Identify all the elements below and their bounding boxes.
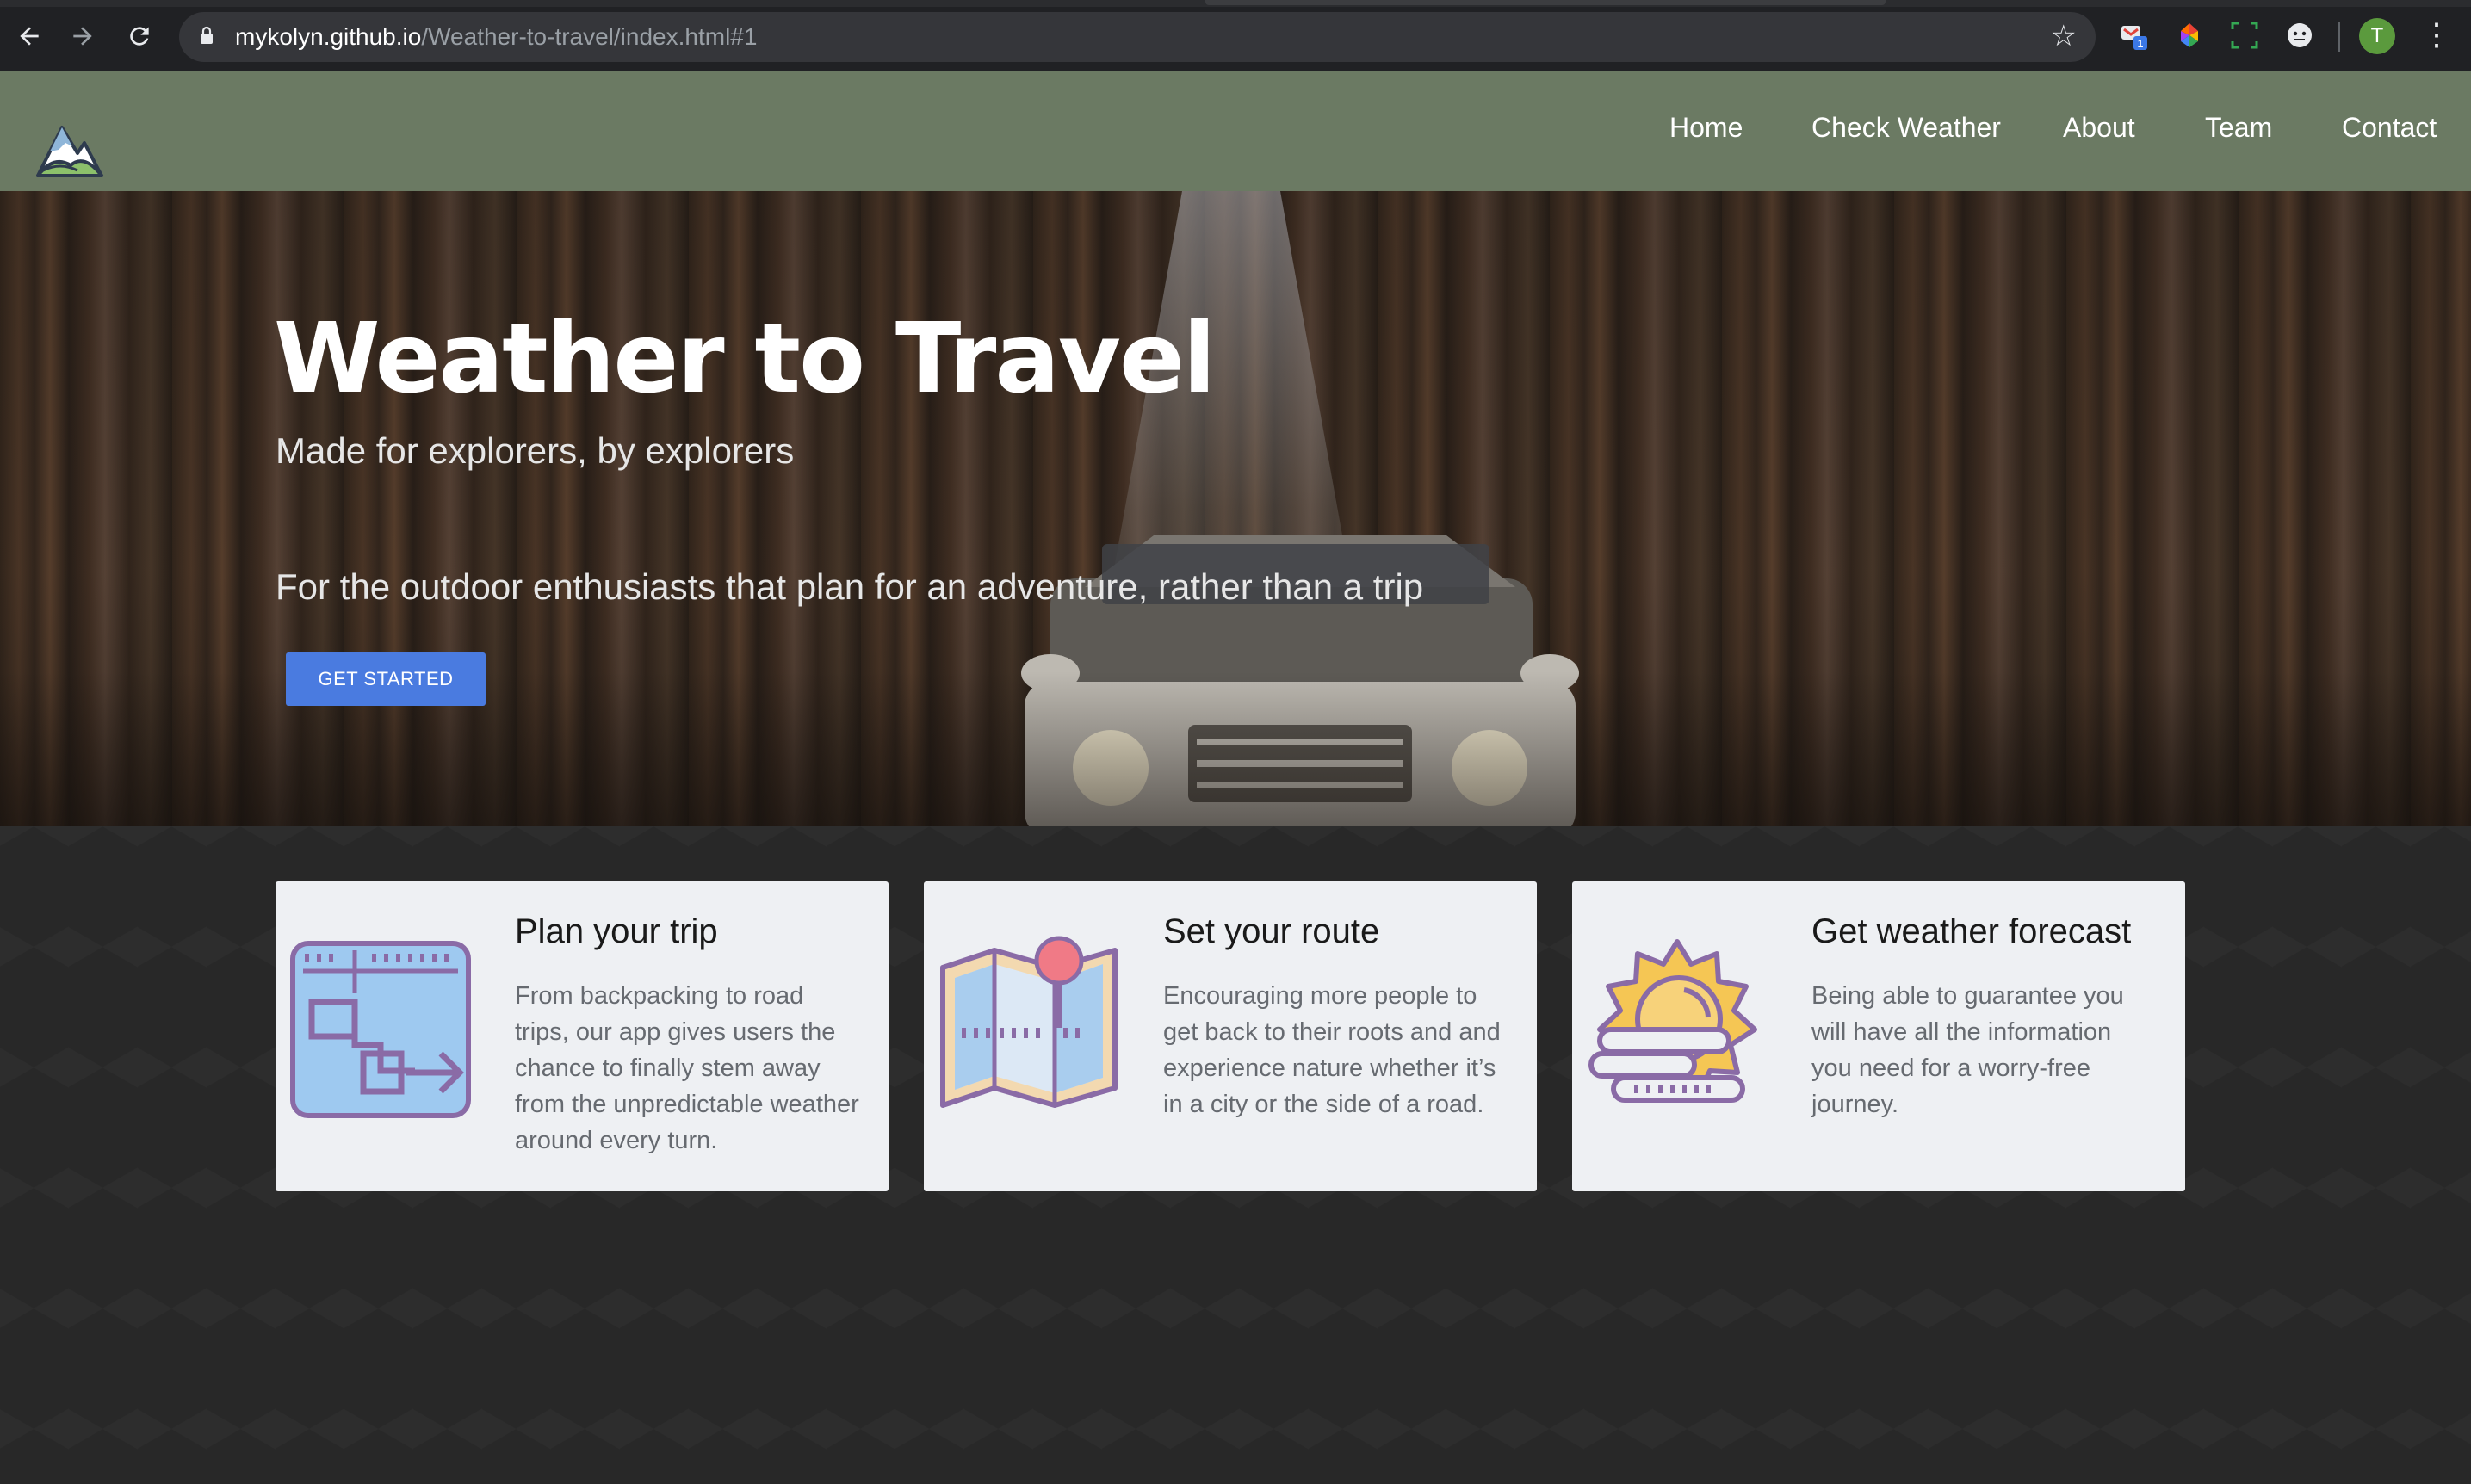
feature-card-route: Set your route Encouraging more people t… [924,881,1537,1191]
nav-contact[interactable]: Contact [2342,112,2437,144]
lock-icon [201,26,213,44]
hero-tagline: For the outdoor enthusiasts that plan fo… [276,566,1424,607]
reload-icon[interactable] [121,17,158,55]
nav-about[interactable]: About [2063,112,2135,144]
map-grid-icon [290,941,471,1118]
bookmark-star-icon[interactable]: ☆ [2051,19,2077,53]
feature-title: Plan your trip [515,912,718,950]
nav-home[interactable]: Home [1669,112,1743,144]
folded-map-pin-icon [940,936,1118,1108]
kebab-menu-icon[interactable]: ⋮ [2421,15,2452,53]
hero-section: Weather to Travel Made for explorers, by… [0,191,2471,826]
face-extension-icon[interactable] [2285,21,2314,50]
get-started-button[interactable]: GET STARTED [286,652,486,706]
address-bar[interactable]: mykolyn.github.io/Weather-to-travel/inde… [179,12,2096,62]
nav-team[interactable]: Team [2205,112,2272,144]
forward-arrow-icon[interactable] [64,17,102,55]
feature-text: Being able to guarantee you will have al… [1811,982,2124,1118]
color-picker-extension-icon[interactable] [2175,21,2204,50]
back-arrow-icon[interactable] [10,17,48,55]
sun-cloud-icon [1588,939,1757,1103]
hero-subtitle: Made for explorers, by explorers [276,430,795,471]
site-navbar: Home Check Weather About Team Contact [0,71,2471,191]
feature-text: Encouraging more people to get back to t… [1163,982,1501,1118]
feature-card-plan: Plan your trip From backpacking to road … [276,881,889,1191]
svg-text:1: 1 [2137,37,2143,50]
feature-title: Set your route [1163,912,1380,950]
toolbar-separator [2338,22,2340,52]
browser-toolbar: mykolyn.github.io/Weather-to-travel/inde… [0,0,2471,71]
mountain-logo-icon[interactable] [34,110,105,179]
feature-text: From backpacking to road trips, our app … [515,982,859,1154]
url-text: mykolyn.github.io/Weather-to-travel/inde… [235,23,758,50]
feature-card-forecast: Get weather forecast Being able to guara… [1572,881,2185,1191]
feature-title: Get weather forecast [1811,912,2132,950]
extension-badge-icon[interactable]: 1 [2120,21,2149,50]
screenshot-extension-icon[interactable] [2230,21,2259,50]
features-section: Plan your trip From backpacking to road … [0,826,2471,1484]
nav-check-weather[interactable]: Check Weather [1811,112,2001,144]
hero-title: Weather to Travel [274,303,1216,415]
tab-strip [0,0,2471,7]
profile-avatar[interactable]: T [2359,18,2395,54]
